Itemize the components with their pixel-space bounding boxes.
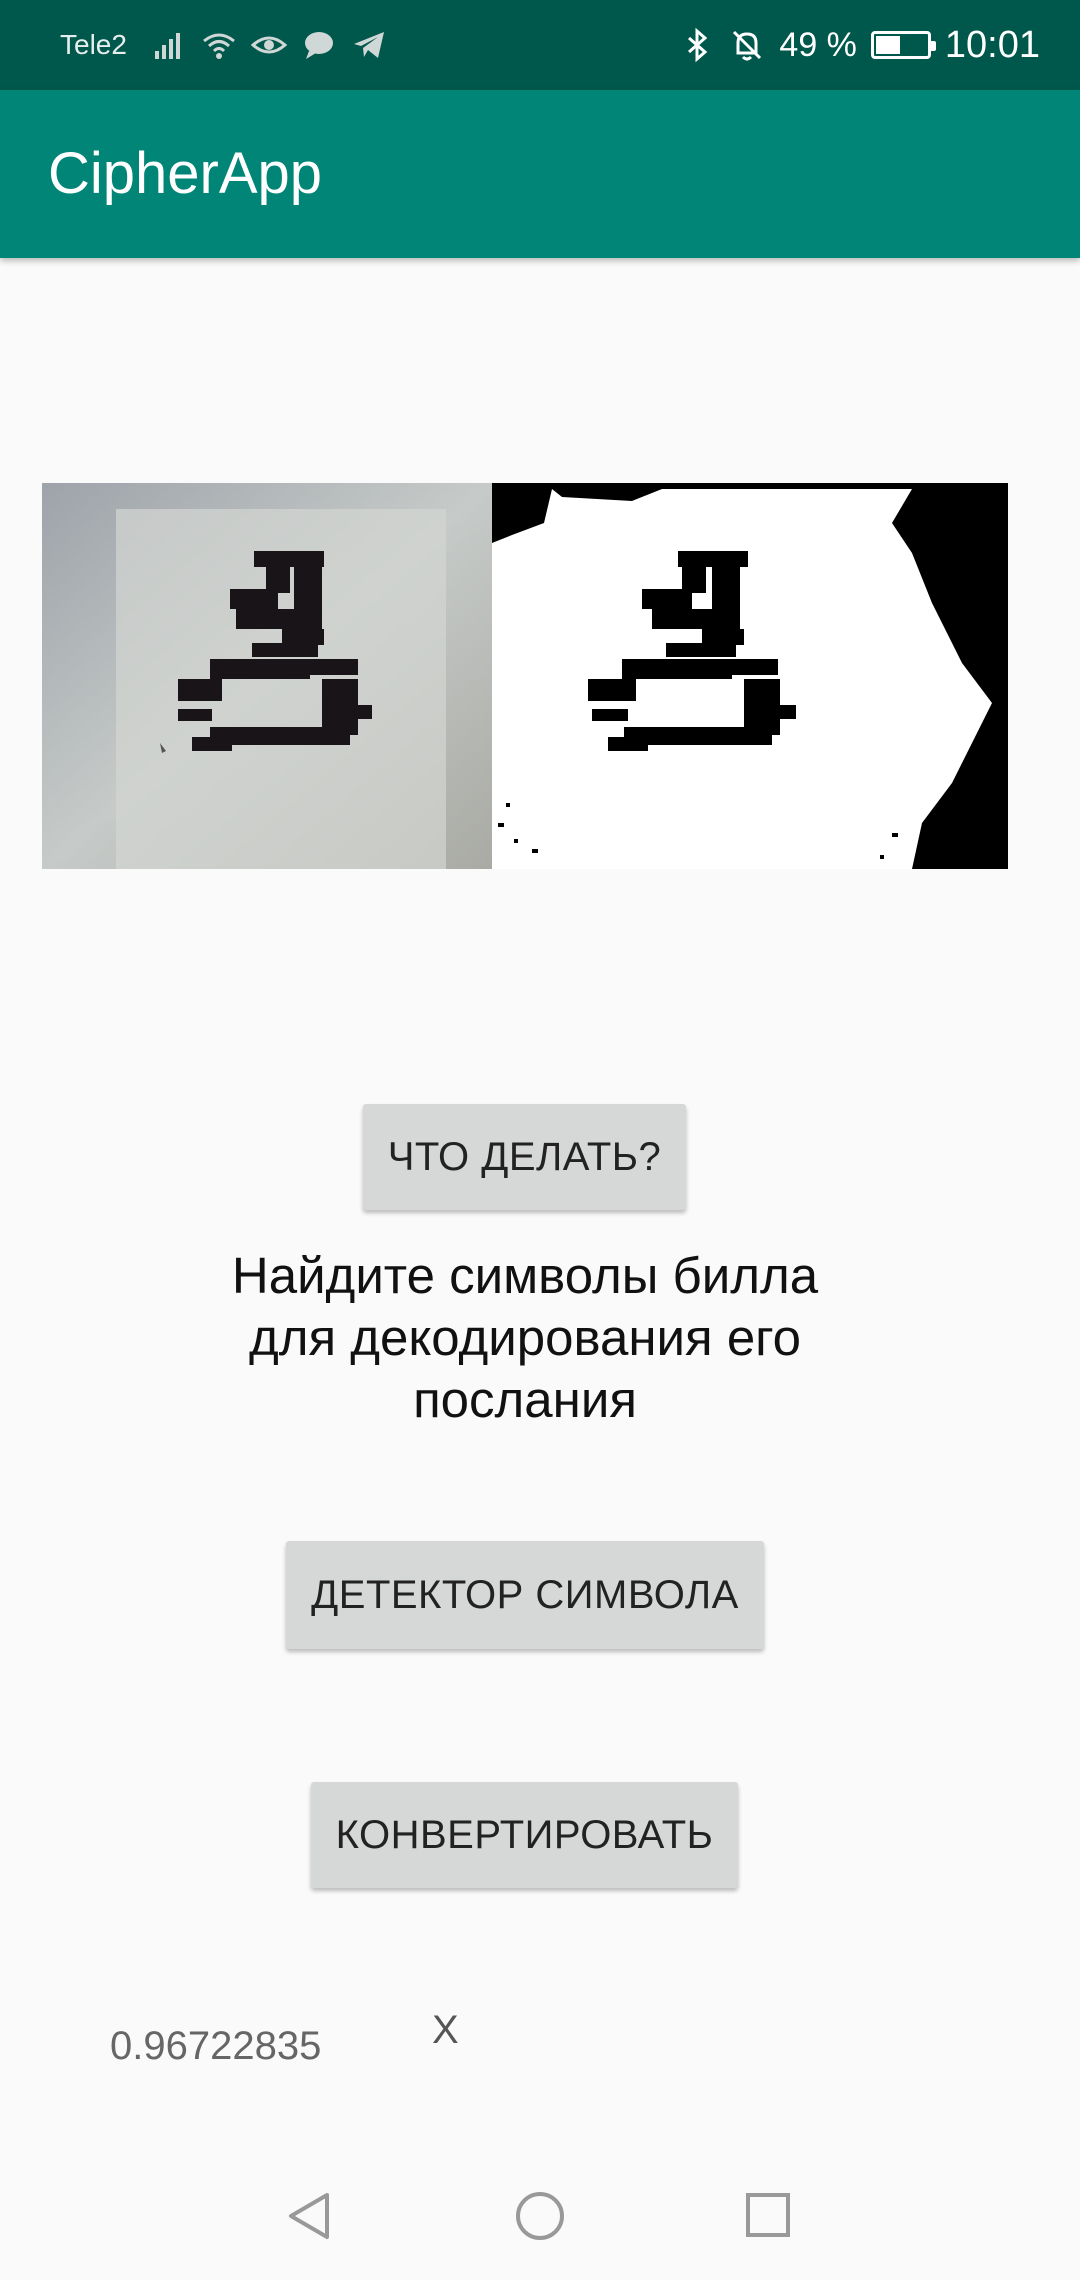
clock: 10:01 — [944, 23, 1040, 66]
navigation-bar — [0, 2148, 1080, 2280]
detect-symbol-button[interactable]: ДЕТЕКТОР СИМВОЛА — [286, 1541, 764, 1649]
instruction-text: Найдите символы билла для декодирования … — [231, 1247, 819, 1428]
recents-icon[interactable] — [745, 2192, 791, 2238]
telegram-icon — [353, 32, 384, 58]
app-bar: CipherApp — [0, 90, 1080, 258]
home-icon[interactable] — [515, 2191, 565, 2241]
what-to-do-button[interactable]: ЧТО ДЕЛАТЬ? — [363, 1104, 686, 1210]
app-title: CipherApp — [48, 141, 323, 206]
bluetooth-icon — [688, 27, 708, 63]
battery-percent: 49 % — [779, 25, 857, 64]
original-symbol-image — [42, 483, 492, 869]
back-icon[interactable] — [285, 2191, 333, 2241]
status-bar: Tele2 49 % 10:01 — [0, 0, 1080, 90]
detected-letter: X — [432, 2008, 459, 2052]
chat-icon — [304, 32, 333, 59]
mute-bell-icon — [733, 30, 762, 61]
wifi-icon — [203, 33, 235, 59]
confidence-score: 0.96722835 — [110, 2024, 322, 2068]
signal-icon — [154, 33, 180, 59]
processed-symbol-image — [492, 483, 1008, 869]
convert-button[interactable]: КОНВЕРТИРОВАТЬ — [311, 1782, 738, 1888]
eye-icon — [250, 36, 287, 54]
carrier-label: Tele2 — [60, 29, 127, 60]
battery-icon — [870, 31, 936, 59]
